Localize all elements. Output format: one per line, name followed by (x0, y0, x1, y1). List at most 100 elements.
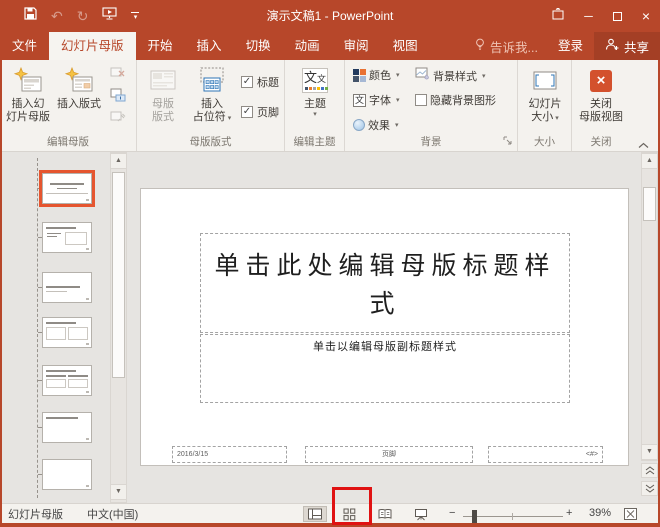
close-master-view-icon: × (590, 70, 612, 92)
zoom-level[interactable]: 39% (589, 507, 611, 519)
save-icon[interactable] (24, 7, 37, 25)
group-label-master-layout: 母版版式 (137, 134, 284, 149)
quick-access-toolbar: ↶ ↻ ▾ (24, 0, 139, 32)
redo-icon[interactable]: ↻ (77, 9, 89, 23)
tab-slide-master[interactable]: 幻灯片母版 (49, 32, 136, 60)
hide-background-graphics-checkbox[interactable]: 隐藏背景图形 (415, 92, 496, 108)
status-view-name[interactable]: 幻灯片母版 (8, 506, 63, 522)
slide-number-placeholder[interactable]: <#> (488, 446, 603, 463)
colors-button[interactable]: 颜色 ▾ (353, 67, 400, 83)
themes-icon: 文文 (302, 64, 328, 97)
thumbnail-title-only-layout[interactable] (42, 412, 92, 443)
group-background: 颜色 ▾ 文 字体 ▾ 效果 ▾ 背景样式 ▾ 隐 (345, 60, 518, 151)
checkbox-unchecked-icon (415, 94, 427, 106)
close-button[interactable]: × (642, 8, 650, 24)
undo-icon[interactable]: ↶ (51, 9, 63, 23)
group-label-edit-master: 编辑母版 (0, 134, 136, 149)
ribbon: 插入幻 灯片母版 插入版式 编辑母版 (0, 60, 660, 152)
slide-sorter-view-button[interactable] (337, 506, 361, 522)
sign-in-button[interactable]: 登录 (547, 32, 594, 60)
title-checkbox[interactable]: ✓ 标题 (241, 74, 279, 90)
master-title-placeholder[interactable]: 单击此处编辑母版标题样式 (200, 233, 570, 333)
fonts-icon: 文 (353, 94, 366, 107)
insert-layout-icon (64, 64, 94, 97)
share-button[interactable]: 共享 (594, 32, 660, 60)
colors-icon (353, 69, 366, 82)
chevron-down-icon: ▾ (396, 71, 400, 79)
thumbnail-two-content-layout[interactable] (42, 317, 92, 348)
insert-layout-button[interactable]: 插入版式 (55, 64, 103, 111)
rename-icon[interactable] (110, 88, 126, 107)
status-bar: 幻灯片母版 中文(中国) − + 39% (0, 503, 660, 523)
date-placeholder[interactable]: 2016/3/15 (172, 446, 287, 463)
thumbnail-title-slide-layout[interactable] (42, 173, 92, 204)
status-language[interactable]: 中文(中国) (87, 506, 138, 522)
group-edit-master: 插入幻 灯片母版 插入版式 编辑母版 (0, 60, 137, 151)
zoom-slider-thumb[interactable] (472, 510, 477, 523)
thumbnail-title-content-layout[interactable] (42, 222, 92, 253)
close-master-view-button[interactable]: × 关闭 母版视图 (578, 64, 624, 124)
group-label-edit-theme: 编辑主题 (285, 134, 344, 149)
thumbnail-section-header-layout[interactable] (42, 272, 92, 303)
footer-placeholder[interactable]: 页脚 (305, 446, 473, 463)
thumbnail-scrollbar-thumb[interactable] (112, 172, 125, 378)
fit-slide-to-window-button[interactable] (623, 507, 638, 524)
editor-scroll-down-icon[interactable]: ▼ (641, 444, 658, 460)
minimize-button[interactable]: ─ (584, 9, 593, 23)
ribbon-display-options-icon[interactable] (552, 7, 564, 25)
tab-home[interactable]: 开始 (136, 32, 185, 60)
chevron-down-icon: ▾ (555, 115, 559, 122)
customize-quick-access-toolbar-icon[interactable]: ▾ (131, 12, 139, 21)
thumbnail-scroll-up-icon[interactable]: ▲ (110, 153, 127, 169)
delete-slide-icon[interactable] (110, 66, 126, 84)
chevron-down-icon: ▾ (396, 96, 400, 104)
tab-view[interactable]: 视图 (381, 32, 430, 60)
themes-button[interactable]: 文文 主题 ▾ (293, 64, 337, 119)
footer-checkbox[interactable]: ✓ 页脚 (241, 104, 279, 120)
effects-button[interactable]: 效果 ▾ (353, 117, 399, 133)
group-edit-theme: 文文 主题 ▾ 编辑主题 (285, 60, 345, 151)
tab-file[interactable]: 文件 (0, 32, 49, 60)
group-close: × 关闭 母版视图 关闭 (572, 60, 630, 151)
zoom-out-button[interactable]: − (449, 507, 455, 519)
slide-size-button[interactable]: 幻灯片 大小▾ (523, 64, 567, 125)
insert-placeholder-button[interactable]: 插入 占位符▾ (187, 64, 237, 125)
share-person-icon (605, 38, 619, 54)
tab-review[interactable]: 审阅 (332, 32, 381, 60)
thumbnail-scroll-down-icon[interactable]: ▼ (110, 484, 127, 500)
tell-me-box[interactable]: 告诉我... (466, 32, 547, 60)
title-bar: 演示文稿1 - PowerPoint ↶ ↻ ▾ ─ × (0, 0, 660, 32)
master-layout-button[interactable]: 母版 版式 (143, 64, 183, 124)
normal-view-button[interactable] (303, 506, 327, 522)
insert-slide-master-button[interactable]: 插入幻 灯片母版 (4, 64, 52, 124)
fonts-button[interactable]: 文 字体 ▾ (353, 92, 400, 108)
reading-view-button[interactable] (373, 506, 397, 522)
group-label-close: 关闭 (572, 134, 630, 149)
thumbnail-comparison-layout[interactable] (42, 365, 92, 396)
zoom-in-button[interactable]: + (566, 507, 572, 519)
powerpoint-window: 演示文稿1 - PowerPoint ↶ ↻ ▾ ─ × 文件 (0, 0, 660, 527)
start-slideshow-icon[interactable] (102, 7, 117, 25)
maximize-button[interactable] (613, 12, 622, 21)
chevron-down-icon: ▾ (313, 111, 317, 119)
tab-animations[interactable]: 动画 (283, 32, 332, 60)
master-subtitle-placeholder[interactable]: 单击以编辑母版副标题样式 (200, 334, 570, 403)
checkbox-checked-icon: ✓ (241, 76, 253, 88)
insert-slide-master-icon (13, 64, 43, 97)
window-frame-left (0, 60, 2, 527)
editor-scrollbar-thumb[interactable] (643, 187, 656, 221)
background-styles-button[interactable]: 背景样式 ▾ (415, 67, 486, 84)
chevron-down-icon: ▾ (482, 72, 486, 80)
slide-show-button[interactable] (409, 506, 433, 522)
next-slide-button[interactable] (641, 481, 658, 496)
previous-slide-button[interactable] (641, 463, 658, 478)
tab-insert[interactable]: 插入 (185, 32, 234, 60)
preserve-icon[interactable] (110, 110, 126, 129)
zoom-slider-track[interactable] (463, 516, 563, 517)
thumbnail-blank-layout[interactable] (42, 459, 92, 490)
tab-transitions[interactable]: 切换 (234, 32, 283, 60)
slide-size-icon (531, 64, 559, 97)
background-styles-icon (415, 67, 430, 84)
editor-scroll-up-icon[interactable]: ▲ (641, 153, 658, 169)
chevron-down-icon: ▾ (395, 121, 399, 129)
